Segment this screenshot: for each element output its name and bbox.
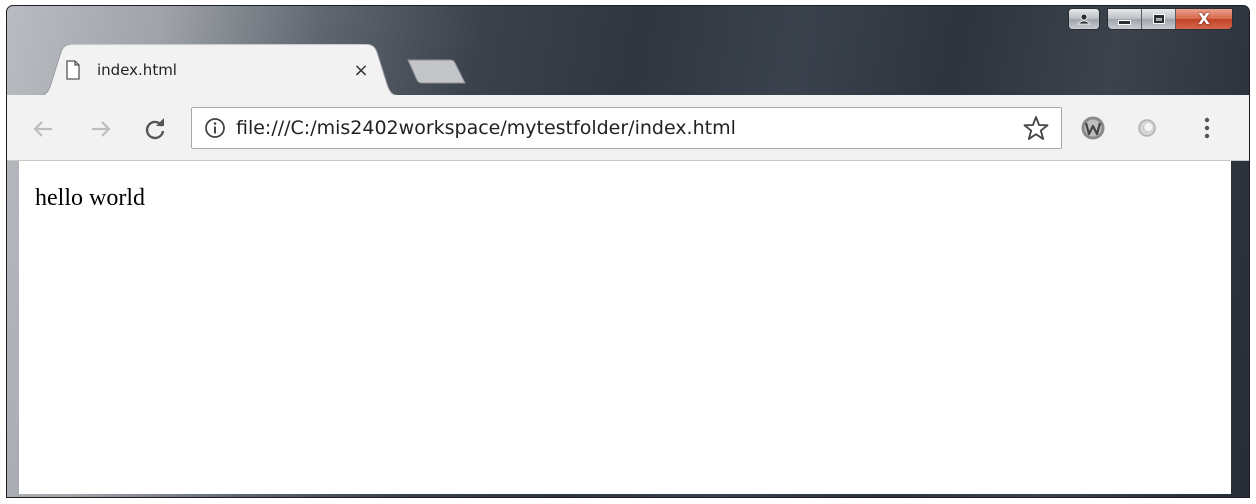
w-extension-icon [1081, 116, 1105, 140]
minimize-icon [1118, 19, 1131, 25]
page-body-text: hello world [35, 185, 145, 211]
maximize-button[interactable] [1142, 9, 1176, 29]
circle-extension-button[interactable] [1133, 114, 1161, 142]
reload-button[interactable] [143, 117, 167, 141]
url-text[interactable]: file:///C:/mis2402workspace/mytestfolder… [236, 117, 1023, 139]
tab-index-html[interactable]: index.html × [37, 44, 401, 96]
page-icon [66, 60, 80, 80]
info-icon[interactable] [204, 117, 226, 139]
tab-close-icon[interactable]: × [351, 60, 371, 81]
address-bar[interactable]: file:///C:/mis2402workspace/mytestfolder… [191, 107, 1062, 149]
minimize-button[interactable] [1108, 9, 1142, 29]
new-tab-button[interactable] [406, 59, 468, 85]
back-button[interactable] [31, 117, 55, 141]
menu-button[interactable] [1193, 114, 1221, 142]
caption-buttons: X [1107, 8, 1233, 30]
maximize-icon [1152, 14, 1165, 24]
user-icon[interactable] [1068, 8, 1100, 30]
reload-icon [145, 118, 165, 140]
toolbar: file:///C:/mis2402workspace/mytestfolder… [7, 95, 1249, 161]
arrow-right-icon [92, 121, 111, 137]
w-extension-button[interactable] [1079, 114, 1107, 142]
star-icon[interactable] [1023, 115, 1049, 141]
kebab-menu-icon [1204, 117, 1210, 139]
browser-window: X index.html × file:///C:/mis2402workspa… [6, 5, 1250, 498]
tab-title: index.html [97, 61, 177, 79]
window-controls: X [1068, 8, 1233, 30]
forward-button[interactable] [89, 117, 113, 141]
close-window-button[interactable]: X [1176, 9, 1232, 29]
arrow-left-icon [33, 121, 52, 137]
circle-extension-icon [1138, 119, 1156, 137]
page-content: hello world [19, 161, 1231, 494]
close-icon: X [1198, 9, 1210, 28]
